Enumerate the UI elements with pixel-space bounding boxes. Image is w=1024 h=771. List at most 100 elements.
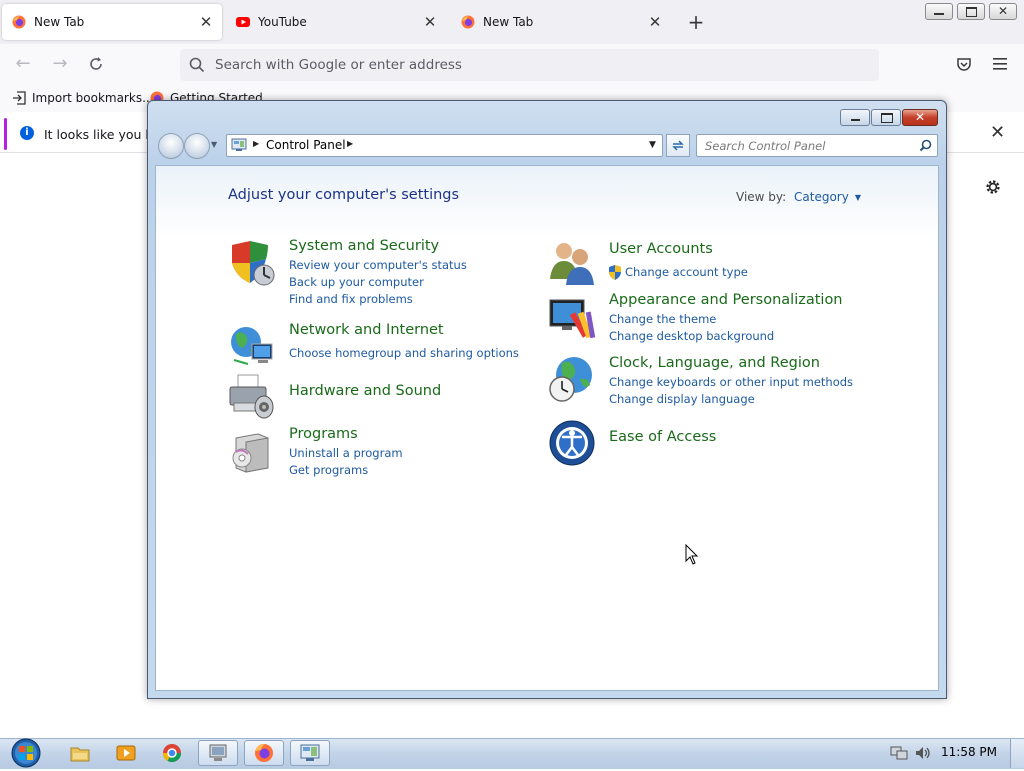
close-icon: ✕	[998, 4, 1009, 18]
control-panel-content: Adjust your computer's settings View by:…	[155, 165, 939, 691]
link-review-status[interactable]: Review your computer's status	[289, 258, 467, 272]
link-desktop-background[interactable]: Change desktop background	[609, 329, 774, 343]
close-icon[interactable]: ✕	[990, 122, 1005, 143]
link-uninstall[interactable]: Uninstall a program	[289, 446, 403, 460]
category-title-appearance[interactable]: Appearance and Personalization	[609, 292, 843, 308]
firefox-icon	[255, 744, 273, 762]
tab-new-tab-2[interactable]: New Tab ✕	[451, 4, 671, 40]
firefox-icon	[12, 15, 26, 29]
link-change-theme[interactable]: Change the theme	[609, 312, 716, 326]
pocket-icon[interactable]	[956, 56, 972, 72]
browser-restore-button[interactable]	[957, 3, 985, 20]
forward-button[interactable]: →	[49, 53, 71, 75]
category-title-user-accounts[interactable]: User Accounts	[609, 241, 713, 257]
link-keyboards[interactable]: Change keyboards or other input methods	[609, 375, 853, 389]
taskbar-computer[interactable]	[198, 740, 238, 766]
close-icon: ✕	[915, 110, 926, 124]
link-back-up[interactable]: Back up your computer	[289, 275, 424, 289]
back-button[interactable]: ←	[12, 53, 34, 75]
link-change-account-type[interactable]: Change account type	[625, 265, 748, 279]
link-get-programs[interactable]: Get programs	[289, 463, 368, 477]
taskbar-clock[interactable]: 11:58 PM	[941, 745, 997, 759]
shield-icon[interactable]	[228, 239, 276, 287]
control-panel-window: ✕ ▼ ▶ Control Panel ▶ ▼ Search Control P…	[147, 100, 947, 699]
reload-button[interactable]	[85, 53, 107, 75]
taskbar-media-player[interactable]	[106, 740, 146, 766]
view-by-label: View by:	[736, 190, 787, 204]
back-button[interactable]	[158, 133, 184, 159]
tab-youtube[interactable]: YouTube ✕	[226, 4, 446, 40]
search-icon[interactable]	[919, 139, 932, 152]
menu-icon[interactable]	[992, 57, 1008, 71]
forward-button[interactable]	[184, 133, 210, 159]
import-icon	[13, 91, 26, 105]
monitor-paint-icon[interactable]	[548, 296, 596, 344]
search-input[interactable]: Search Control Panel	[696, 134, 938, 157]
media-player-icon	[116, 745, 136, 761]
firefox-icon	[461, 15, 475, 29]
view-by-value: Category	[794, 190, 849, 204]
programs-box-icon[interactable]	[228, 426, 276, 474]
computer-icon	[209, 744, 227, 761]
chevron-down-icon[interactable]: ▼	[649, 140, 656, 150]
minimize-icon	[851, 119, 860, 121]
link-homegroup[interactable]: Choose homegroup and sharing options	[289, 346, 519, 360]
taskbar-control-panel[interactable]	[290, 740, 330, 766]
tab-label: YouTube	[258, 15, 307, 29]
notification-accent	[4, 118, 7, 150]
youtube-icon	[236, 17, 250, 27]
taskbar-chrome[interactable]	[152, 740, 192, 766]
link-display-language[interactable]: Change display language	[609, 392, 755, 406]
category-title-programs[interactable]: Programs	[289, 426, 358, 442]
view-by-dropdown[interactable]: Category ▼	[794, 190, 861, 204]
close-icon[interactable]: ✕	[422, 14, 438, 30]
new-tab-button[interactable]: +	[686, 12, 706, 32]
breadcrumb-arrow-icon[interactable]: ▶	[347, 139, 353, 148]
uac-shield-icon	[609, 265, 621, 280]
category-title-system-security[interactable]: System and Security	[289, 238, 439, 254]
minimize-button[interactable]	[840, 109, 870, 126]
close-button[interactable]: ✕	[902, 109, 938, 126]
control-panel-icon	[231, 138, 247, 151]
show-desktop-button[interactable]	[1010, 739, 1024, 768]
tab-new-tab-1[interactable]: New Tab ✕	[2, 4, 222, 40]
network-status-icon[interactable]	[890, 745, 908, 761]
category-title-clock-region[interactable]: Clock, Language, and Region	[609, 355, 820, 371]
back-forward-group: ▼	[156, 133, 217, 159]
breadcrumb-arrow-icon[interactable]: ▶	[253, 139, 259, 148]
close-icon[interactable]: ✕	[198, 14, 214, 30]
close-icon[interactable]: ✕	[647, 14, 663, 30]
network-globe-icon[interactable]	[228, 322, 276, 370]
breadcrumb-bar[interactable]: ▶ Control Panel ▶ ▼	[226, 134, 663, 157]
link-find-fix[interactable]: Find and fix problems	[289, 292, 413, 306]
maximize-icon	[881, 113, 893, 123]
import-bookmarks-item[interactable]: Import bookmarks...	[12, 91, 154, 105]
globe-clock-icon[interactable]	[548, 355, 596, 403]
category-title-ease-of-access[interactable]: Ease of Access	[609, 429, 716, 445]
control-panel-icon	[300, 744, 320, 761]
info-icon: i	[20, 126, 34, 140]
category-title-network[interactable]: Network and Internet	[289, 322, 444, 338]
ease-of-access-icon[interactable]	[548, 419, 596, 467]
category-title-hardware-sound[interactable]: Hardware and Sound	[289, 383, 441, 399]
start-button[interactable]	[6, 738, 46, 768]
browser-minimize-button[interactable]	[925, 3, 953, 20]
taskbar-firefox[interactable]	[244, 740, 284, 766]
users-icon[interactable]	[548, 239, 596, 287]
chevron-down-icon[interactable]: ▼	[211, 140, 217, 149]
breadcrumb-item[interactable]: Control Panel	[266, 138, 346, 152]
gear-icon[interactable]	[984, 178, 1002, 196]
chevron-down-icon: ▼	[854, 192, 861, 202]
page-title: Adjust your computer's settings	[228, 187, 460, 203]
printer-icon[interactable]	[228, 373, 276, 421]
volume-icon[interactable]	[914, 745, 932, 761]
maximize-button[interactable]	[871, 109, 901, 126]
file-explorer-icon	[70, 747, 90, 762]
address-placeholder: Search with Google or enter address	[215, 57, 462, 73]
taskbar-file-explorer[interactable]	[60, 740, 100, 766]
mouse-cursor-icon	[685, 544, 699, 565]
search-icon	[189, 57, 205, 73]
browser-close-button[interactable]: ✕	[989, 3, 1017, 20]
tab-label: New Tab	[483, 15, 534, 29]
refresh-button[interactable]	[666, 134, 690, 157]
